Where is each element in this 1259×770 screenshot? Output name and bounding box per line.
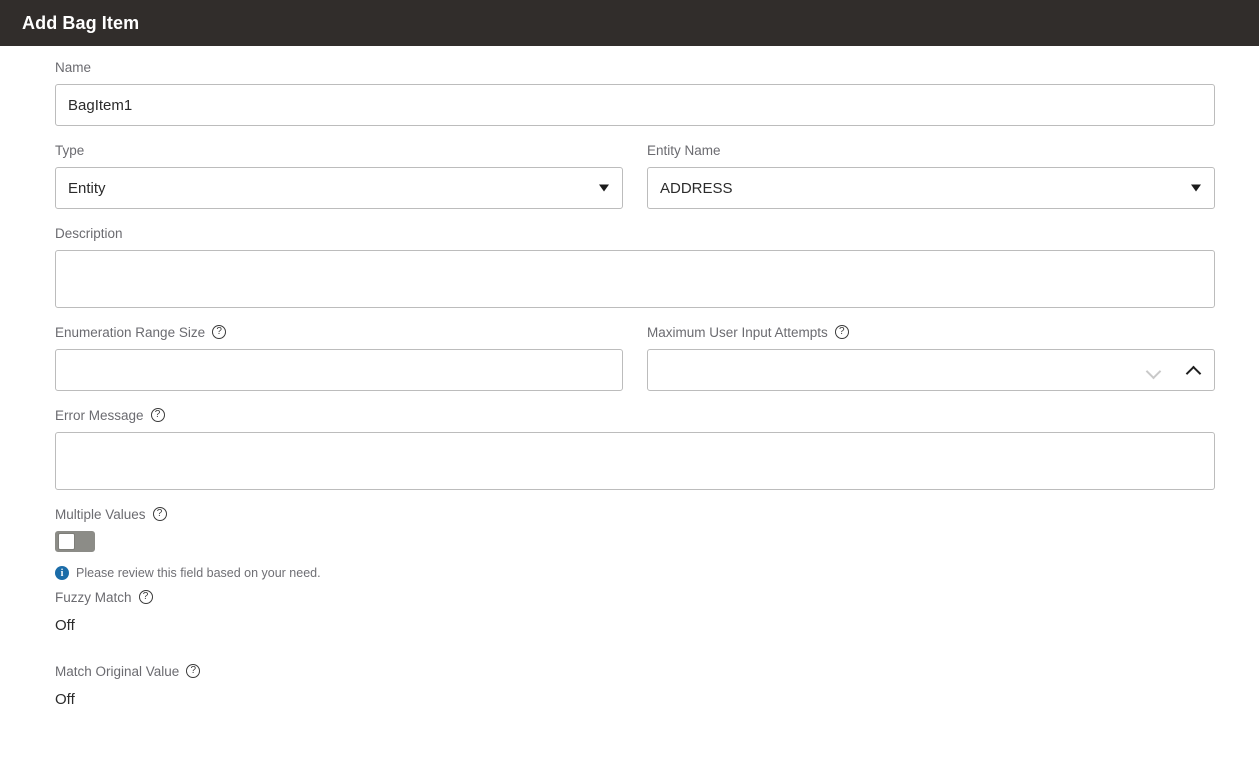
label-match-original-value-text: Match Original Value bbox=[55, 664, 179, 680]
error-message-textarea[interactable] bbox=[55, 432, 1215, 490]
help-icon-glyph: ? bbox=[143, 592, 149, 602]
form-row-enum-attempts: Enumeration Range Size ? Maximum User In… bbox=[55, 325, 1214, 408]
form-row-fuzzy-match: Fuzzy Match ? Off bbox=[55, 590, 1214, 664]
name-input-value: BagItem1 bbox=[68, 97, 132, 114]
help-icon[interactable]: ? bbox=[151, 408, 165, 422]
multiple-values-toggle[interactable] bbox=[55, 531, 95, 552]
label-type-text: Type bbox=[55, 143, 84, 159]
label-match-original-value: Match Original Value ? bbox=[55, 664, 1215, 680]
label-maximum-user-input-attempts: Maximum User Input Attempts ? bbox=[647, 325, 1215, 341]
add-bag-item-form: Name BagItem1 Type Entity Entity Name AD… bbox=[0, 46, 1259, 738]
label-fuzzy-match: Fuzzy Match ? bbox=[55, 590, 1215, 606]
label-error-message: Error Message ? bbox=[55, 408, 1215, 424]
label-entity-name-text: Entity Name bbox=[647, 143, 721, 159]
field-multiple-values: Multiple Values ? i Please review this f… bbox=[55, 507, 1215, 580]
field-type: Type Entity bbox=[55, 143, 623, 209]
maximum-user-input-attempts-stepper[interactable] bbox=[647, 349, 1215, 391]
label-maximum-user-input-attempts-text: Maximum User Input Attempts bbox=[647, 325, 828, 341]
label-entity-name: Entity Name bbox=[647, 143, 1215, 159]
label-multiple-values: Multiple Values ? bbox=[55, 507, 1215, 523]
help-icon[interactable]: ? bbox=[212, 325, 226, 339]
field-description: Description bbox=[55, 226, 1215, 308]
match-original-value-value: Off bbox=[55, 690, 1215, 710]
chevron-up-icon[interactable] bbox=[1186, 362, 1202, 378]
help-icon-glyph: ? bbox=[191, 666, 197, 676]
info-icon-glyph: i bbox=[61, 568, 64, 579]
multiple-values-note: i Please review this field based on your… bbox=[55, 566, 1215, 580]
fuzzy-match-value: Off bbox=[55, 616, 1215, 636]
help-icon-glyph: ? bbox=[155, 410, 161, 420]
info-icon: i bbox=[55, 566, 69, 580]
field-fuzzy-match: Fuzzy Match ? Off bbox=[55, 590, 1215, 636]
form-row-description: Description bbox=[55, 226, 1214, 325]
chevron-down-icon[interactable] bbox=[599, 185, 609, 192]
label-error-message-text: Error Message bbox=[55, 408, 144, 424]
field-entity-name: Entity Name ADDRESS bbox=[647, 143, 1215, 209]
form-row-name: Name BagItem1 bbox=[55, 60, 1214, 143]
help-icon[interactable]: ? bbox=[139, 590, 153, 604]
name-input[interactable]: BagItem1 bbox=[55, 84, 1215, 126]
label-type: Type bbox=[55, 143, 623, 159]
label-enumeration-range-size: Enumeration Range Size ? bbox=[55, 325, 623, 341]
entity-name-select[interactable]: ADDRESS bbox=[647, 167, 1215, 209]
field-error-message: Error Message ? bbox=[55, 408, 1215, 490]
help-icon-glyph: ? bbox=[157, 509, 163, 519]
help-icon[interactable]: ? bbox=[186, 664, 200, 678]
chevron-down-icon[interactable] bbox=[1191, 185, 1201, 192]
form-row-type-entity: Type Entity Entity Name ADDRESS bbox=[55, 143, 1214, 226]
multiple-values-note-text: Please review this field based on your n… bbox=[76, 566, 321, 580]
field-name: Name BagItem1 bbox=[55, 60, 1215, 126]
help-icon[interactable]: ? bbox=[835, 325, 849, 339]
field-maximum-user-input-attempts: Maximum User Input Attempts ? bbox=[647, 325, 1215, 391]
description-textarea[interactable] bbox=[55, 250, 1215, 308]
label-fuzzy-match-text: Fuzzy Match bbox=[55, 590, 132, 606]
form-row-match-original-value: Match Original Value ? Off bbox=[55, 664, 1214, 738]
enumeration-range-size-input[interactable] bbox=[55, 349, 623, 391]
help-icon[interactable]: ? bbox=[153, 507, 167, 521]
field-enumeration-range-size: Enumeration Range Size ? bbox=[55, 325, 623, 391]
form-row-multiple-values: Multiple Values ? i Please review this f… bbox=[55, 507, 1214, 580]
type-select[interactable]: Entity bbox=[55, 167, 623, 209]
label-description-text: Description bbox=[55, 226, 123, 242]
help-icon-glyph: ? bbox=[839, 327, 845, 337]
chevron-down-icon[interactable] bbox=[1146, 362, 1162, 378]
page-title: Add Bag Item bbox=[22, 14, 139, 32]
entity-name-select-value: ADDRESS bbox=[660, 180, 733, 197]
field-match-original-value: Match Original Value ? Off bbox=[55, 664, 1215, 710]
toggle-knob bbox=[58, 533, 75, 550]
label-multiple-values-text: Multiple Values bbox=[55, 507, 146, 523]
form-row-error-message: Error Message ? bbox=[55, 408, 1214, 507]
window-titlebar: Add Bag Item bbox=[0, 0, 1259, 46]
label-enumeration-range-size-text: Enumeration Range Size bbox=[55, 325, 205, 341]
label-description: Description bbox=[55, 226, 1215, 242]
type-select-value: Entity bbox=[68, 180, 106, 197]
label-name-text: Name bbox=[55, 60, 91, 76]
help-icon-glyph: ? bbox=[216, 327, 222, 337]
label-name: Name bbox=[55, 60, 1215, 76]
